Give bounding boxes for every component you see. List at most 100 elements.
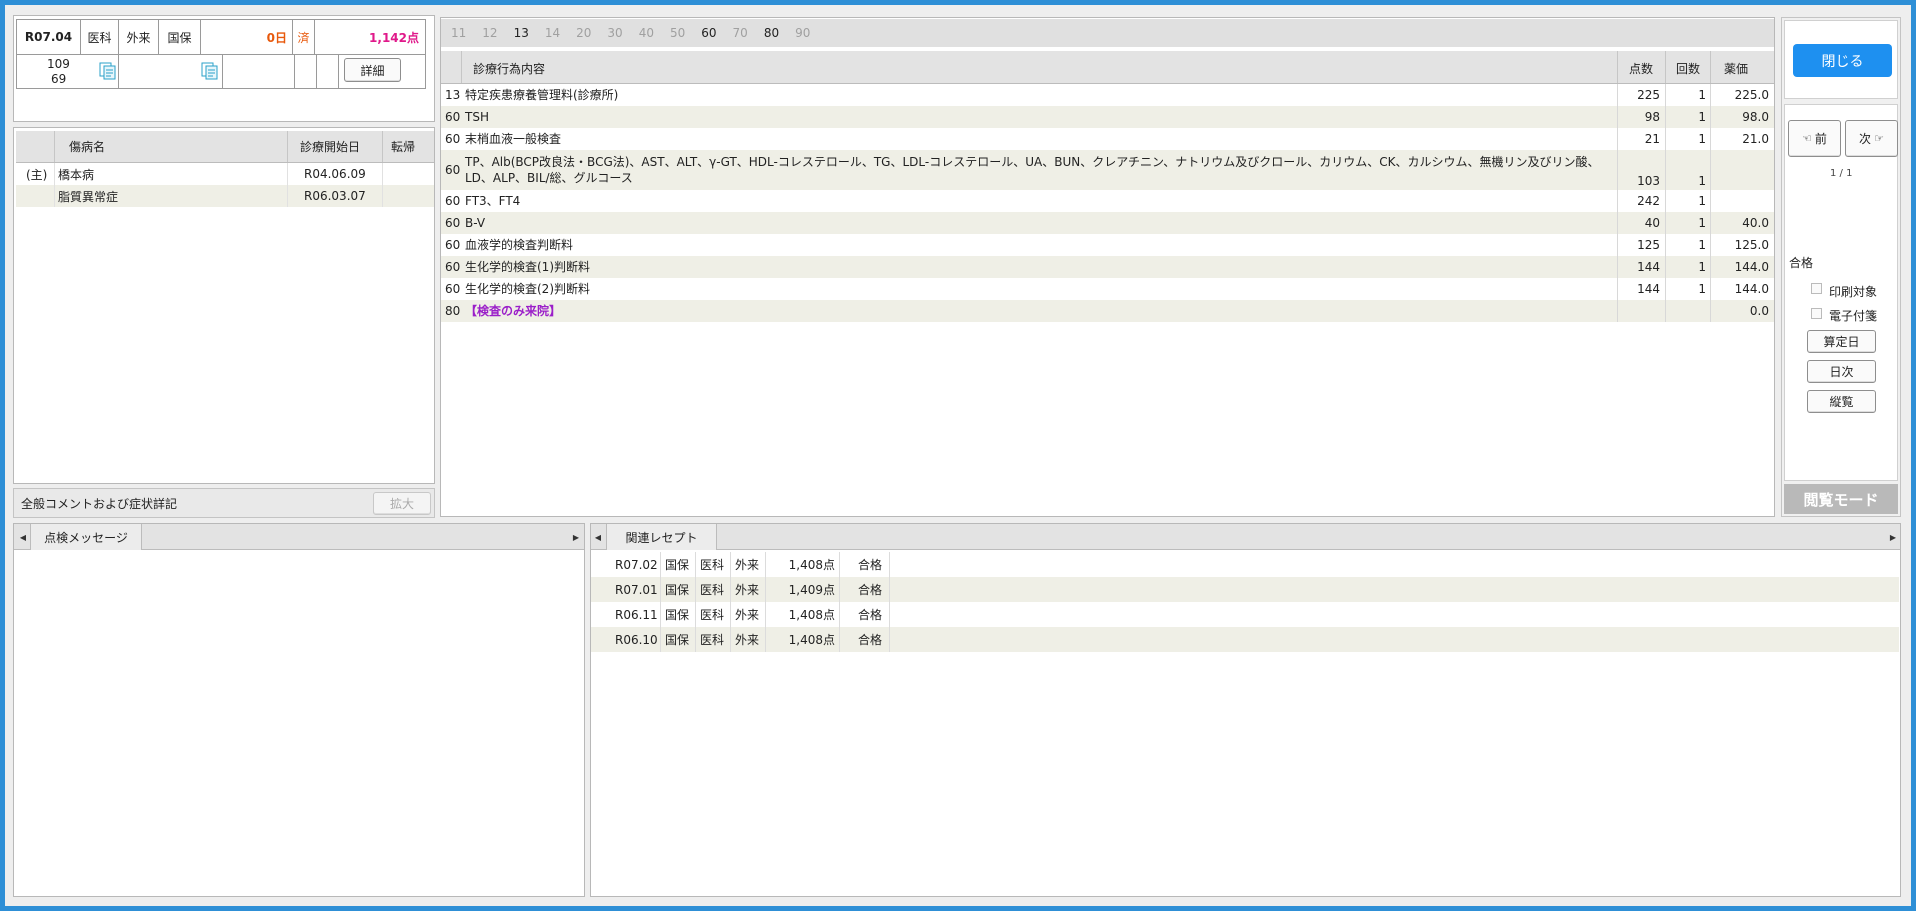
row-points: 144 (1637, 260, 1660, 274)
summary-insurance: 国保 (159, 20, 201, 54)
row-code: 60 (445, 216, 461, 230)
related-result: 合格 (858, 583, 883, 597)
category-tab[interactable]: 50 (670, 26, 685, 40)
related-row[interactable]: R06.10 国保 医科 外来 1,408点 合格 (591, 627, 1899, 652)
col-drug: 薬価 (1724, 62, 1749, 76)
medical-row[interactable]: 60 生化学的検査(1)判断料 144 1 144.0 (441, 256, 1774, 278)
medical-row[interactable]: 60 TP、Alb(BCP改良法・BCG法)、AST、ALT、γ-GT、HDL-コ… (441, 150, 1774, 190)
category-tab[interactable]: 90 (795, 26, 810, 40)
medical-row[interactable]: 80 【検査のみ来院】 0.0 (441, 300, 1774, 322)
close-button[interactable]: 閉じる (1793, 44, 1892, 77)
detail-button[interactable]: 詳細 (344, 58, 401, 82)
medical-row[interactable]: 60 生化学的検査(2)判断料 144 1 144.0 (441, 278, 1774, 300)
summary-days: 0日 (201, 20, 293, 54)
related-scroll-right-icon[interactable]: ▶ (1886, 524, 1900, 550)
row-count: 1 (1698, 260, 1706, 274)
result-label: 合格 (1789, 256, 1814, 270)
related-insurance: 国保 (665, 633, 690, 647)
disease-outcome (383, 163, 434, 185)
category-tab[interactable]: 12 (482, 26, 497, 40)
print-target-checkbox[interactable] (1811, 283, 1822, 294)
row-code: 80 (445, 304, 461, 318)
calc-day-button[interactable]: 算定日 (1807, 330, 1876, 353)
category-tab[interactable]: 40 (639, 26, 654, 40)
expand-button[interactable]: 拡大 (373, 492, 431, 515)
medical-row[interactable]: 60 FT3、FT4 242 1 (441, 190, 1774, 212)
document-icon-2[interactable] (201, 62, 219, 80)
tab-related-receipt[interactable]: 関連レセプト (606, 524, 717, 550)
tab-check-message[interactable]: 点検メッセージ (30, 524, 142, 550)
row-drug (1710, 190, 1769, 212)
row-content: FT3、FT4 (465, 194, 521, 208)
print-target-label: 印刷対象 (1829, 285, 1878, 299)
related-row[interactable]: R06.11 国保 医科 外来 1,408点 合格 (591, 602, 1899, 627)
medical-row[interactable]: 60 末梢血液一般検査 21 1 21.0 (441, 128, 1774, 150)
disease-row[interactable]: 脂質異常症 R06.03.07 (16, 185, 434, 207)
prev-label: 前 (1814, 132, 1827, 146)
disease-name: 脂質異常症 (55, 185, 288, 207)
row-points: 242 (1637, 194, 1660, 208)
col-outcome: 転帰 (391, 140, 416, 154)
related-tabbar (591, 524, 1900, 550)
category-tab[interactable]: 13 (514, 26, 529, 40)
related-row[interactable]: R07.02 国保 医科 外来 1,408点 合格 (591, 552, 1899, 577)
row-count: 1 (1698, 174, 1706, 188)
category-tab[interactable]: 30 (607, 26, 622, 40)
category-tab[interactable]: 60 (701, 26, 716, 40)
row-drug: 21.0 (1742, 132, 1769, 146)
related-points: 1,408点 (788, 558, 835, 572)
row-drug: 0.0 (1749, 304, 1769, 318)
row-content: 生化学的検査(1)判断料 (465, 260, 590, 274)
summary-status: 済 (293, 20, 315, 54)
category-tab[interactable]: 11 (451, 26, 466, 40)
row-points: 40 (1644, 216, 1660, 230)
medical-row[interactable]: 60 TSH 98 1 98.0 (441, 106, 1774, 128)
row-code: 60 (445, 194, 461, 208)
related-type2: 外来 (735, 608, 760, 622)
next-button[interactable]: 次 ☞ (1845, 120, 1898, 157)
related-insurance: 国保 (665, 583, 690, 597)
related-type1: 医科 (700, 583, 725, 597)
medical-row[interactable]: 60 血液学的検査判断料 125 1 125.0 (441, 234, 1774, 256)
related-scroll-left-icon[interactable]: ◀ (591, 524, 605, 550)
view-mode-label: 閲覧モード (1784, 484, 1898, 514)
related-period: R06.11 (615, 607, 658, 622)
e-attach-checkbox[interactable] (1811, 308, 1822, 319)
related-insurance: 国保 (665, 558, 690, 572)
tab-scroll-left-icon[interactable]: ◀ (16, 524, 30, 550)
related-period: R07.02 (615, 557, 658, 572)
summary-period: R07.04 (17, 20, 81, 54)
row-points: 144 (1637, 282, 1660, 296)
related-type1: 医科 (700, 608, 725, 622)
disease-main-flag (16, 185, 55, 207)
category-tabs: 11 12 13 14 20 30 40 50 60 70 80 90 (441, 19, 1774, 47)
col-start-date: 診療開始日 (288, 131, 383, 162)
row-code: 13 (445, 88, 461, 102)
category-tab[interactable]: 14 (545, 26, 560, 40)
summary-num2: 69 (51, 72, 67, 86)
related-result: 合格 (858, 608, 883, 622)
medical-row[interactable]: 13 特定疾患療養管理料(診療所) 225 1 225.0 (441, 84, 1774, 106)
medical-row[interactable]: 60 B-V 40 1 40.0 (441, 212, 1774, 234)
category-tab[interactable]: 20 (576, 26, 591, 40)
related-type2: 外来 (735, 583, 760, 597)
row-drug: 144.0 (1734, 260, 1769, 274)
prev-button[interactable]: ☜ 前 (1788, 120, 1841, 157)
document-icon[interactable] (99, 62, 117, 80)
tab-scroll-right-icon[interactable]: ▶ (569, 524, 583, 550)
row-content: 【検査のみ来院】 (465, 304, 562, 318)
row-code: 60 (445, 238, 461, 252)
row-points: 125 (1637, 238, 1660, 252)
related-result: 合格 (858, 633, 883, 647)
row-count: 1 (1698, 132, 1706, 146)
row-points: 103 (1637, 174, 1660, 188)
category-tab[interactable]: 70 (733, 26, 748, 40)
related-points: 1,408点 (788, 608, 835, 622)
related-row[interactable]: R07.01 国保 医科 外来 1,409点 合格 (591, 577, 1899, 602)
disease-row[interactable]: (主) 橋本病 R04.06.09 (16, 163, 434, 185)
vertical-button[interactable]: 縦覧 (1807, 390, 1876, 413)
daily-button[interactable]: 日次 (1807, 360, 1876, 383)
row-points (1617, 300, 1660, 322)
row-code: 60 (445, 132, 461, 146)
category-tab[interactable]: 80 (764, 26, 779, 40)
